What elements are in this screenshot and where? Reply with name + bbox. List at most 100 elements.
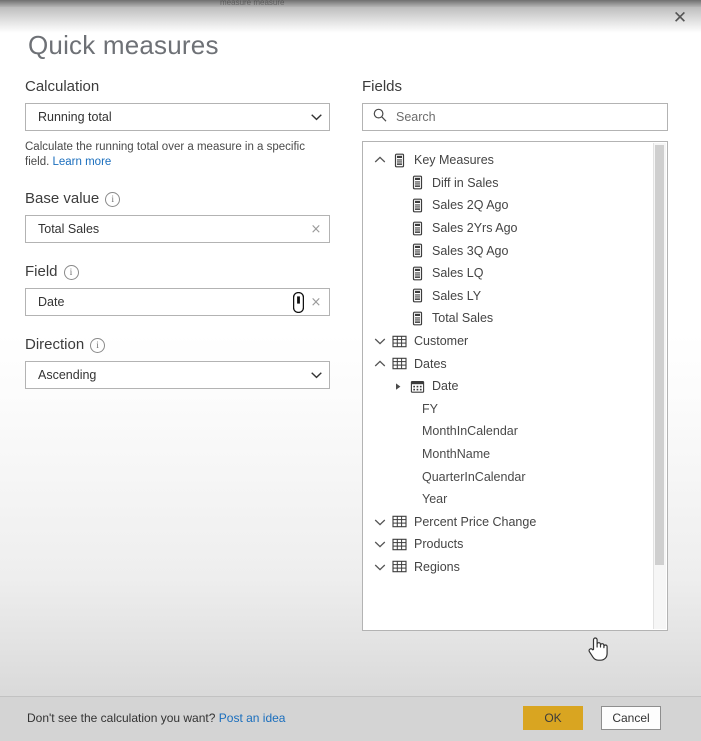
base-value-input[interactable]: Total Sales × (25, 215, 330, 243)
post-an-idea-link[interactable]: Post an idea (219, 711, 286, 725)
footer-hint-text: Don't see the calculation you want? (27, 711, 216, 725)
chevron-down-icon[interactable] (371, 336, 389, 346)
direction-dropdown[interactable]: Ascending (25, 361, 330, 389)
chevron-down-icon[interactable] (371, 517, 389, 527)
measure-icon (407, 266, 427, 281)
field-label-text: Field (25, 263, 58, 280)
measure-icon (407, 311, 427, 326)
table-icon (389, 334, 409, 349)
measure-icon (407, 288, 427, 303)
field-text: Date (38, 295, 65, 309)
fields-tree-item-label: QuarterInCalendar (422, 469, 526, 484)
fields-tree-item-label: Diff in Sales (432, 175, 499, 190)
info-icon-field[interactable] (63, 265, 79, 280)
chevron-down-icon (303, 371, 329, 379)
calculation-dropdown[interactable]: Running total (25, 103, 330, 131)
table-icon (389, 537, 409, 552)
fields-tree-scrollbar-thumb[interactable] (655, 145, 664, 565)
fields-tree-item[interactable]: Year (363, 488, 667, 511)
chevron-down-icon[interactable] (371, 539, 389, 549)
fields-tree-item[interactable]: Regions (363, 556, 667, 579)
hand-pointer-cursor-icon (586, 634, 610, 667)
measure-icon (407, 175, 427, 190)
fields-tree-item[interactable]: Diff in Sales (363, 172, 667, 195)
fields-tree-item[interactable]: Percent Price Change (363, 511, 667, 534)
fields-tree-item[interactable]: Dates (363, 352, 667, 375)
info-icon-direction[interactable] (90, 338, 106, 353)
calculation-label: Calculation (25, 78, 332, 95)
fields-tree-item-label: Year (422, 492, 448, 507)
triangle-right-icon[interactable] (389, 382, 407, 391)
fields-tree-item[interactable]: MonthInCalendar (363, 420, 667, 443)
table-icon (389, 514, 409, 529)
base-value-label-text: Base value (25, 190, 100, 207)
direction-selected-value: Ascending (38, 368, 97, 382)
fields-tree-item[interactable]: Customer (363, 330, 667, 353)
ok-button[interactable]: OK (523, 706, 583, 730)
fields-tree-item-label: Products (414, 537, 464, 552)
page-title: Quick measures (28, 30, 219, 60)
field-input[interactable]: Date × (25, 288, 330, 316)
window-top-strip: measure measure (0, 0, 701, 7)
base-value-text: Total Sales (38, 222, 100, 236)
background-window-title: measure measure (220, 0, 285, 6)
cancel-button[interactable]: Cancel (601, 706, 661, 730)
search-box[interactable] (362, 103, 668, 131)
fields-tree-item[interactable]: Sales LQ (363, 262, 667, 285)
fields-tree-item-label: Sales LQ (432, 266, 484, 281)
fields-tree-item[interactable]: Sales 2Q Ago (363, 194, 667, 217)
fields-tree-item[interactable]: QuarterInCalendar (363, 465, 667, 488)
fields-tree-item-label: Sales 2Q Ago (432, 198, 509, 213)
measure-group-icon (389, 153, 409, 168)
measure-icon (407, 221, 427, 236)
fields-tree-item[interactable]: Total Sales (363, 307, 667, 330)
search-icon (373, 108, 387, 127)
fields-tree-list: Key Measures Diff in Sales Sales 2Q Ago Sal… (363, 142, 667, 630)
fields-tree-panel: Key Measures Diff in Sales Sales 2Q Ago Sal… (362, 141, 668, 631)
fields-tree-item-label: Sales 2Yrs Ago (432, 221, 518, 236)
chevron-up-icon[interactable] (371, 155, 389, 165)
close-icon[interactable]: ✕ (665, 6, 695, 30)
measure-icon (407, 198, 427, 213)
fields-tree-item-label: Sales 3Q Ago (432, 243, 509, 258)
fields-tree-item[interactable]: FY (363, 398, 667, 421)
fields-tree-item-label: FY (422, 401, 438, 416)
field-label: Field (25, 263, 332, 280)
fields-tree-item-label: Percent Price Change (414, 514, 537, 529)
fields-tree-item[interactable]: Products (363, 533, 667, 556)
calendar-icon (407, 379, 427, 394)
base-value-label: Base value (25, 190, 332, 207)
footer-hint: Don't see the calculation you want? Post… (27, 711, 285, 725)
fields-tree-scrollbar[interactable] (653, 143, 666, 629)
calculation-description: Calculate the running total over a measu… (25, 140, 325, 170)
fields-tree-item-label: Dates (414, 356, 447, 371)
learn-more-link[interactable]: Learn more (53, 156, 112, 168)
fields-tree-item-label: Key Measures (414, 153, 494, 168)
dialog-footer: Don't see the calculation you want? Post… (0, 696, 701, 741)
fields-tree-item-label: MonthName (422, 447, 491, 462)
fields-tree-item[interactable]: Key Measures (363, 149, 667, 172)
fields-tree-item[interactable]: Sales 2Yrs Ago (363, 217, 667, 240)
fields-tree-item[interactable]: Date (363, 375, 667, 398)
fields-tree-item-label: MonthInCalendar (422, 424, 518, 439)
fields-tree-item[interactable]: Sales LY (363, 285, 667, 308)
chevron-up-icon[interactable] (371, 359, 389, 369)
chevron-down-icon[interactable] (371, 562, 389, 572)
fields-column: Fields Key Measures Diff in Sales Sales 2Q… (362, 78, 669, 631)
fields-tree-item-label: Regions (414, 559, 460, 574)
measure-icon (407, 243, 427, 258)
fields-tree-item-label: Sales LY (432, 288, 482, 303)
calculation-label-text: Calculation (25, 78, 100, 95)
clear-base-value-icon[interactable]: × (303, 222, 329, 237)
search-input[interactable] (394, 104, 667, 130)
fields-tree-item[interactable]: MonthName (363, 443, 667, 466)
quick-measures-dialog: measure measure ✕ Quick measures Calcula… (0, 0, 701, 741)
fields-label: Fields (362, 78, 403, 95)
info-icon-base-value[interactable] (105, 192, 121, 207)
table-icon (389, 559, 409, 574)
fields-tree-item[interactable]: Sales 3Q Ago (363, 239, 667, 262)
clear-field-icon[interactable]: × (303, 295, 329, 310)
table-icon (389, 356, 409, 371)
